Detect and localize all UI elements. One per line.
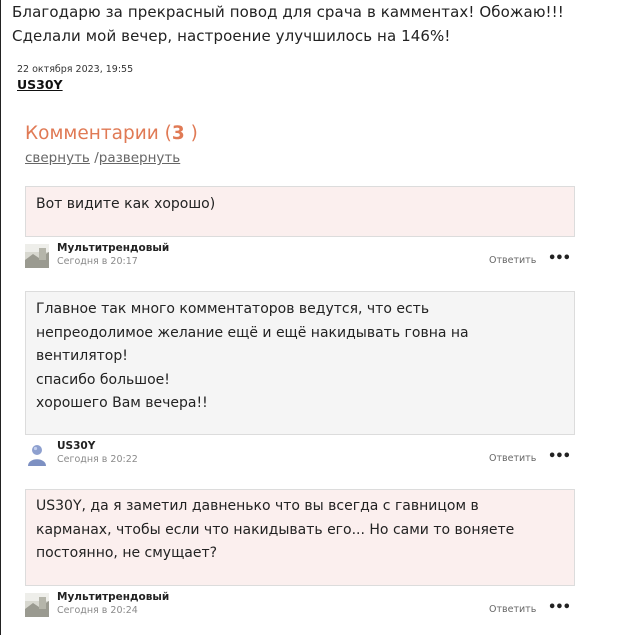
- comment-body: Главное так много комментаторов ведутся,…: [25, 291, 575, 435]
- comments-heading-label: Комментарии (: [25, 123, 172, 144]
- reply-button[interactable]: Ответить: [489, 604, 536, 615]
- comment-meta: US30Y Сегодня в 20:22 Ответить •••: [25, 440, 575, 472]
- avatar[interactable]: [25, 442, 49, 466]
- comments-toggle-row: свернуть /развернуть: [25, 150, 180, 166]
- comment-line: US30Y, да я заметил давненько что вы все…: [36, 498, 479, 514]
- more-options-icon[interactable]: •••: [548, 251, 571, 266]
- expand-comments-link[interactable]: развернуть: [99, 150, 181, 166]
- comments-heading-close: ): [184, 123, 198, 144]
- post-author-link[interactable]: US30Y: [17, 77, 63, 92]
- comment-line: непреодолимое желание ещё и ещё накидыва…: [36, 324, 469, 341]
- comment-line: Главное так много комментаторов ведутся,…: [36, 301, 430, 317]
- comment-meta: Мультитрендовый Сегодня в 20:24 Ответить…: [25, 591, 575, 623]
- more-options-icon[interactable]: •••: [548, 600, 571, 615]
- comment-line: постоянно, не смущает?: [36, 545, 218, 561]
- comment-line: карманах, чтобы если что накидывать его.…: [36, 521, 515, 538]
- post-body-text: Благодарю за прекрасный повод для срача …: [12, 3, 564, 45]
- comment-line: Вот видите как хорошо): [36, 196, 216, 212]
- post-date: 22 октября 2023, 19:55: [17, 64, 134, 75]
- comments-count: 3: [171, 123, 185, 144]
- comment-author[interactable]: Мультитрендовый: [57, 591, 169, 603]
- comment-line: вентилятор!: [36, 348, 128, 364]
- comments-heading: Комментарии (3 ): [25, 123, 198, 144]
- comment-time: Сегодня в 20:17: [57, 256, 138, 267]
- comment-line: хорошего Вам вечера!!: [36, 395, 208, 411]
- comment-body: Вот видите как хорошо): [25, 186, 575, 237]
- comment-time: Сегодня в 20:24: [57, 605, 138, 616]
- comment-line: спасибо большое!: [36, 371, 170, 388]
- comment-body: US30Y, да я заметил давненько что вы все…: [25, 489, 575, 586]
- comment-author[interactable]: Мультитрендовый: [57, 242, 169, 254]
- avatar[interactable]: [25, 244, 49, 268]
- collapse-comments-link[interactable]: свернуть: [25, 150, 90, 166]
- left-border-line: [0, 0, 1, 635]
- avatar[interactable]: [25, 593, 49, 617]
- more-options-icon[interactable]: •••: [548, 449, 571, 464]
- comment-author[interactable]: US30Y: [57, 440, 95, 452]
- reply-button[interactable]: Ответить: [489, 453, 536, 464]
- comment-meta: Мультитрендовый Сегодня в 20:17 Ответить…: [25, 242, 575, 274]
- reply-button[interactable]: Ответить: [489, 255, 536, 266]
- comment-time: Сегодня в 20:22: [57, 454, 138, 465]
